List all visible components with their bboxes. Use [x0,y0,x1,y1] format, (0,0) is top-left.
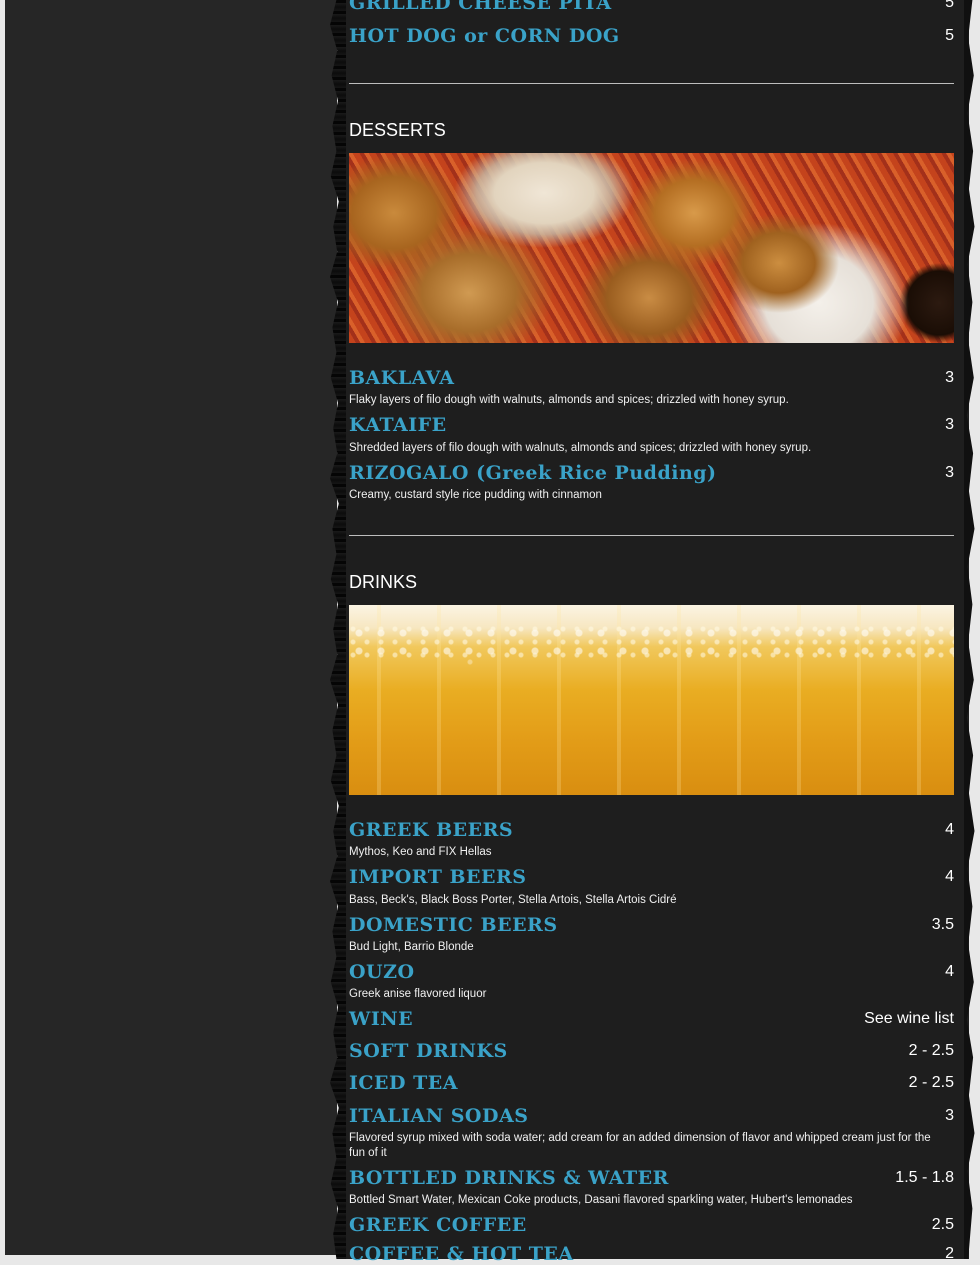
menu-item-description: Greek anise flavored liquor [349,988,487,1000]
menu-item-name: KATAIFE [349,414,447,436]
menu-item-name: DOMESTIC BEERS [349,914,558,936]
menu-item-name: WINE [349,1008,414,1030]
menu-item-name: BOTTLED DRINKS & WATER [349,1167,669,1189]
section-divider [349,535,954,536]
menu-item-price: 4 [945,868,954,885]
menu-item-price: See wine list [864,1010,954,1027]
menu-item-price: 5 [945,0,954,11]
menu-item-name: HOT DOG or CORN DOG [349,25,620,47]
menu-item-price: 3 [945,369,954,386]
menu-item-description: Bud Light, Barrio Blonde [349,941,474,953]
menu-item-description: Creamy, custard style rice pudding with … [349,489,602,501]
menu-item-name: BAKLAVA [349,367,455,389]
menu-item-name: SOFT DRINKS [349,1040,508,1062]
section-title-desserts: DESSERTS [349,120,446,140]
section-title-drinks: DRINKS [349,572,418,592]
menu-item-price: 2.5 [931,1216,954,1233]
sidebar-panel [5,0,337,1255]
menu-item-price: 2 [945,1245,954,1262]
menu-item-name: GREEK COFFEE [349,1214,527,1236]
menu-item-price: 3.5 [931,916,954,933]
menu-item-description: Flaky layers of filo dough with walnuts,… [349,394,789,406]
menu-item-name: GRILLED CHEESE PITA [349,0,612,14]
desserts-photo [349,153,954,343]
menu-item-price: 3 [945,464,954,481]
menu-item-description: Shredded layers of filo dough with walnu… [349,442,812,454]
torn-paper-edge-right [964,0,975,1259]
menu-item-price: 1.5 - 1.8 [895,1169,954,1186]
menu-item-price: 2 - 2.5 [908,1042,954,1059]
menu-item-name: ICED TEA [349,1072,458,1094]
menu-item-price: 4 [945,963,954,980]
menu-item-description: Bottled Smart Water, Mexican Coke produc… [349,1194,853,1206]
menu-item-name: COFFEE & HOT TEA [349,1243,574,1265]
menu-item-name: GREEK BEERS [349,819,514,841]
menu-item-description: Flavored syrup mixed with soda water; ad… [349,1132,931,1159]
menu-item-description: Mythos, Keo and FIX Hellas [349,846,492,858]
drinks-photo [349,605,954,795]
menu-item-price: 2 - 2.5 [908,1074,954,1091]
menu-item-price: 4 [945,821,954,838]
menu-item-name: ITALIAN SODAS [349,1105,529,1127]
section-divider [349,83,954,84]
menu-item-price: 5 [945,27,954,44]
menu-item-name: OUZO [349,961,415,983]
menu-item-name: RIZOGALO (Greek Rice Pudding) [349,462,717,484]
menu-item-price: 3 [945,1107,954,1124]
menu-item-name: IMPORT BEERS [349,866,527,888]
menu-item-description: Bass, Beck's, Black Boss Porter, Stella … [349,894,677,906]
menu-item-price: 3 [945,416,954,433]
